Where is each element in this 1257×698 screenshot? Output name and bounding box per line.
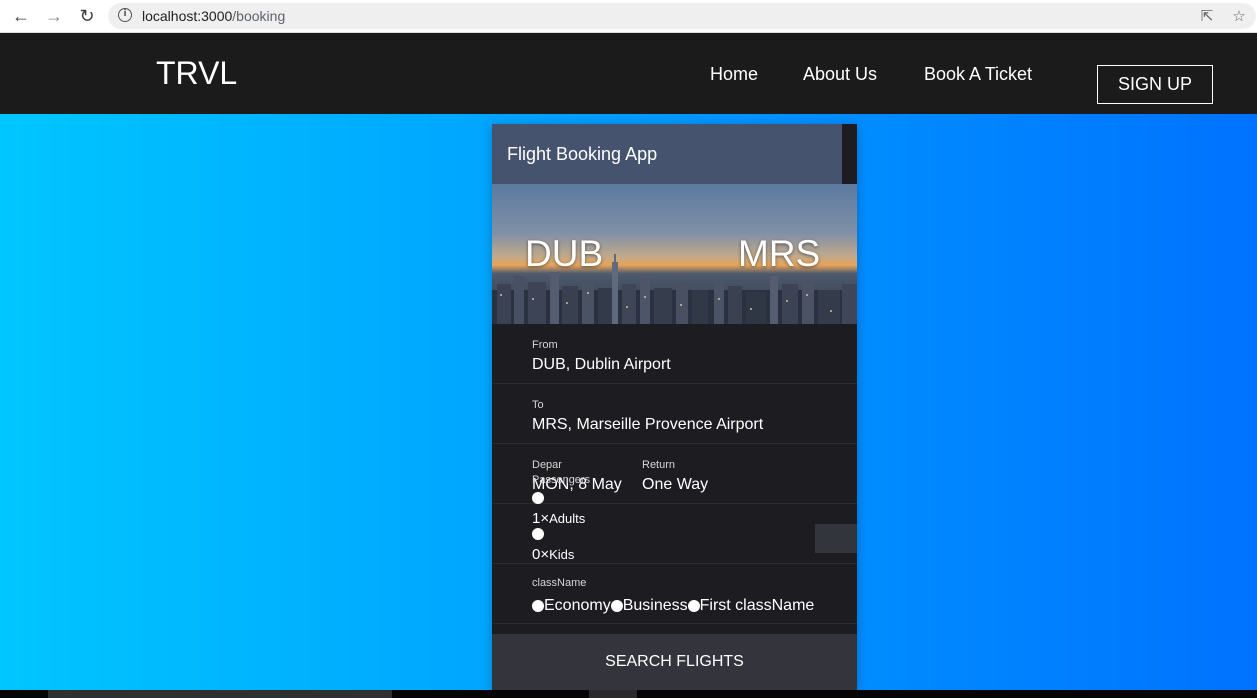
scrollbar-segment <box>589 690 637 698</box>
arrow-right-icon[interactable]: → <box>43 5 65 27</box>
card-title: Flight Booking App <box>507 144 658 164</box>
business-radio[interactable] <box>610 600 623 612</box>
return-label: Return <box>642 459 676 471</box>
adults-row: 1×Adults <box>532 510 585 528</box>
bottom-strip <box>0 690 1257 698</box>
from-airport-code: DUB <box>525 233 604 274</box>
site-logo[interactable]: TRVL <box>156 55 237 92</box>
browser-toolbar: ← → ↻ i localhost:3000/booking ⇱ ☆ <box>0 0 1257 33</box>
kids-row: 0×Kids <box>532 546 574 564</box>
from-value[interactable]: DUB, Dublin Airport <box>532 356 671 374</box>
to-field[interactable]: To MRS, Marseille Provence Airport <box>492 384 857 444</box>
class-options: Economy Business First className <box>532 597 814 615</box>
kids-stepper-control[interactable] <box>532 528 544 540</box>
nav-link-about-us[interactable]: About Us <box>803 64 877 85</box>
first-class-radio[interactable] <box>687 600 700 612</box>
class-label: className <box>532 577 587 589</box>
arrow-left-icon[interactable]: ← <box>10 5 32 27</box>
passengers-field: 1×Adults 0×Kids <box>492 492 857 564</box>
kids-times: × <box>540 546 550 563</box>
adults-times: × <box>540 510 550 527</box>
booking-card: Flight Booking App DUB MRS From DUB, Dub… <box>492 124 857 690</box>
sign-up-button[interactable]: SIGN UP <box>1097 65 1213 104</box>
class-field: className Economy Business First classNa… <box>492 564 857 624</box>
url-path: /booking <box>232 8 286 24</box>
to-value[interactable]: MRS, Marseille Provence Airport <box>532 416 763 434</box>
city-skyline-image: DUB MRS <box>492 184 857 324</box>
star-icon[interactable]: ☆ <box>1230 7 1248 25</box>
economy-radio[interactable] <box>532 600 544 612</box>
url-host: localhost:3000 <box>142 8 233 24</box>
to-airport-code: MRS <box>738 233 821 274</box>
to-label: To <box>532 399 544 411</box>
kids-label: Kids <box>549 547 575 562</box>
adults-label: Adults <box>549 511 586 526</box>
depart-label: Depar <box>532 459 562 471</box>
nav-link-book-a-ticket[interactable]: Book A Ticket <box>924 64 1032 85</box>
passengers-done-button[interactable] <box>815 524 857 553</box>
info-icon[interactable]: i <box>118 8 132 22</box>
economy-label[interactable]: Economy <box>544 597 611 615</box>
passengers-label: Passengers <box>532 474 591 486</box>
address-bar[interactable]: i localhost:3000/booking ⇱ ☆ <box>108 3 1256 29</box>
card-header-edge <box>842 124 857 184</box>
url-text[interactable]: localhost:3000/booking <box>142 8 285 24</box>
return-value[interactable]: One Way <box>642 476 708 494</box>
card-header: Flight Booking App <box>492 124 842 184</box>
scrollbar-segment <box>48 690 392 698</box>
share-icon[interactable]: ⇱ <box>1198 7 1216 25</box>
adults-stepper-control[interactable] <box>532 492 544 504</box>
nav-link-home[interactable]: Home <box>710 64 758 85</box>
reload-icon[interactable]: ↻ <box>76 5 98 27</box>
from-label: From <box>532 339 558 351</box>
site-header: TRVL Home About Us Book A Ticket SIGN UP <box>0 33 1257 114</box>
first-class-label[interactable]: First className <box>700 597 815 615</box>
from-field[interactable]: From DUB, Dublin Airport <box>492 324 857 384</box>
business-label[interactable]: Business <box>623 597 688 615</box>
search-flights-button[interactable]: SEARCH FLIGHTS <box>492 634 857 690</box>
